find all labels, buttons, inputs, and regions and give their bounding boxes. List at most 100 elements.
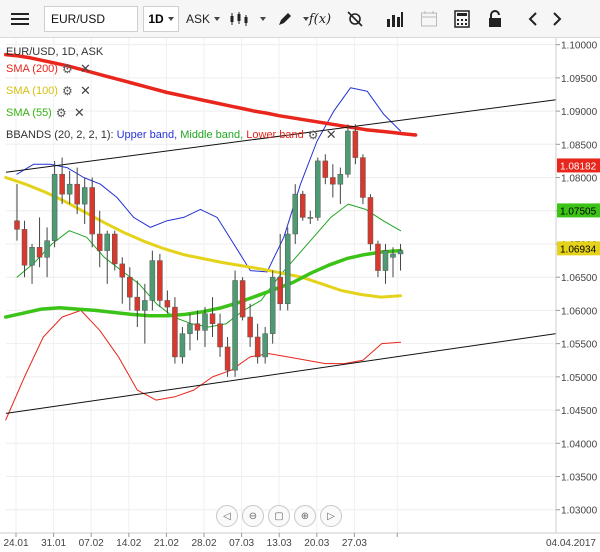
x-tick-label: 07.02 bbox=[79, 538, 104, 549]
candle-body[interactable] bbox=[149, 260, 156, 301]
candle-body[interactable] bbox=[397, 250, 404, 255]
y-tick-label: 1.10000 bbox=[561, 41, 598, 52]
chevron-left-icon[interactable] bbox=[522, 9, 544, 29]
y-tick-label: 1.09000 bbox=[561, 107, 598, 118]
y-tick-label: 1.06000 bbox=[561, 306, 598, 317]
chevron-down-icon bbox=[167, 17, 174, 21]
zoom-out-icon[interactable]: ⊖ bbox=[242, 505, 264, 527]
candle-body[interactable] bbox=[247, 316, 253, 338]
candle-body[interactable] bbox=[104, 233, 110, 251]
price-type-selector[interactable]: ASK bbox=[185, 6, 221, 32]
candle-body[interactable] bbox=[209, 313, 216, 324]
symbol-selector[interactable]: EUR/USD bbox=[44, 6, 138, 32]
candle-body[interactable] bbox=[74, 183, 80, 205]
y-tick-label: 1.08500 bbox=[561, 140, 598, 151]
candle-body[interactable] bbox=[36, 247, 43, 258]
candle-body[interactable] bbox=[187, 323, 193, 334]
candle-body[interactable] bbox=[315, 160, 321, 218]
zoom-in-icon[interactable]: ⊕ bbox=[294, 505, 316, 527]
candle-body[interactable] bbox=[51, 173, 58, 241]
indicators-button[interactable]: f(x) bbox=[307, 9, 333, 29]
candle-body[interactable] bbox=[44, 240, 50, 258]
gear-icon[interactable]: ⚙ bbox=[62, 85, 74, 97]
candle-body[interactable] bbox=[112, 233, 118, 265]
candle-body[interactable] bbox=[292, 193, 298, 235]
x-tick-label: 13.03 bbox=[267, 538, 292, 549]
candle-body[interactable] bbox=[172, 306, 178, 358]
bbands-upper: Upper band, bbox=[116, 129, 178, 141]
candle-body[interactable] bbox=[277, 276, 283, 305]
candle-body[interactable] bbox=[239, 280, 246, 318]
sma200-label: SMA (200) bbox=[6, 63, 58, 75]
close-icon[interactable]: ✕ bbox=[74, 106, 86, 119]
close-icon[interactable]: ✕ bbox=[326, 128, 338, 141]
candle-body[interactable] bbox=[142, 300, 148, 311]
candle-body[interactable] bbox=[127, 276, 133, 298]
scroll-left-icon[interactable]: ◁ bbox=[216, 505, 238, 527]
candle-body[interactable] bbox=[254, 336, 261, 358]
close-icon[interactable]: ✕ bbox=[80, 84, 92, 97]
candle-body[interactable] bbox=[375, 243, 381, 271]
candle-body[interactable] bbox=[89, 187, 95, 235]
hamburger-menu-icon[interactable] bbox=[8, 8, 32, 30]
chevron-down-icon[interactable] bbox=[250, 9, 272, 29]
calendar-icon[interactable] bbox=[418, 9, 440, 29]
x-tick-label: 14.02 bbox=[116, 538, 141, 549]
candle-body[interactable] bbox=[345, 130, 351, 175]
close-icon[interactable]: ✕ bbox=[80, 62, 92, 75]
scroll-right-icon[interactable]: ▷ bbox=[320, 505, 342, 527]
candle-body[interactable] bbox=[202, 313, 208, 331]
bbands-lower: Lower band bbox=[243, 129, 304, 141]
fx-icon: f(x) bbox=[308, 11, 332, 27]
legend-sma55: SMA (55) ⚙ ✕ bbox=[6, 102, 338, 124]
chart-toolbar: EUR/USD 1D ASK f(x) bbox=[0, 0, 600, 38]
candle-body[interactable] bbox=[21, 229, 28, 266]
timeframe-selector[interactable]: 1D bbox=[143, 6, 179, 32]
calculator-icon[interactable] bbox=[451, 9, 473, 29]
candle-body[interactable] bbox=[66, 183, 73, 195]
candle-body[interactable] bbox=[157, 260, 163, 301]
gear-icon[interactable]: ⚙ bbox=[62, 63, 74, 75]
candle-body[interactable] bbox=[164, 300, 171, 308]
gear-icon[interactable]: ⚙ bbox=[308, 129, 320, 141]
candle-body[interactable] bbox=[307, 217, 314, 219]
bar-chart-icon[interactable] bbox=[384, 9, 406, 29]
legend-sma200: SMA (200) ⚙ ✕ bbox=[6, 58, 338, 80]
crosshair-icon[interactable] bbox=[344, 9, 366, 29]
candle-body[interactable] bbox=[14, 220, 20, 230]
candle-body[interactable] bbox=[269, 276, 276, 334]
candle-body[interactable] bbox=[232, 280, 238, 371]
candle-body[interactable] bbox=[59, 173, 65, 195]
candle-body[interactable] bbox=[330, 177, 336, 185]
price-tag-label: 1.07505 bbox=[560, 206, 597, 217]
candle-body[interactable] bbox=[96, 233, 103, 251]
candle-body[interactable] bbox=[194, 323, 201, 331]
candle-body[interactable] bbox=[390, 253, 396, 258]
candle-body[interactable] bbox=[284, 233, 291, 305]
candle-body[interactable] bbox=[224, 346, 231, 371]
candle-body[interactable] bbox=[179, 333, 186, 358]
y-tick-label: 1.03500 bbox=[561, 473, 598, 484]
lock-icon[interactable] bbox=[484, 9, 506, 29]
y-tick-label: 1.03000 bbox=[561, 506, 598, 517]
candle-body[interactable] bbox=[81, 187, 88, 205]
candle-body[interactable] bbox=[322, 160, 329, 178]
candle-body[interactable] bbox=[367, 197, 374, 245]
candle-body[interactable] bbox=[337, 173, 344, 185]
bbands-prefix: BBANDS (20, 2, 2, 1): bbox=[6, 129, 114, 141]
candle-body[interactable] bbox=[217, 323, 223, 348]
candle-body[interactable] bbox=[262, 333, 268, 358]
x-tick-label: 24.01 bbox=[3, 538, 28, 549]
gear-icon[interactable]: ⚙ bbox=[56, 107, 68, 119]
candle-body[interactable] bbox=[119, 263, 126, 278]
candlestick-type-icon[interactable] bbox=[228, 9, 250, 29]
candle-body[interactable] bbox=[382, 250, 389, 271]
candle-body[interactable] bbox=[352, 130, 359, 158]
candle-body[interactable] bbox=[29, 247, 35, 266]
candle-body[interactable] bbox=[360, 157, 366, 198]
reset-zoom-icon[interactable]: ▢ bbox=[268, 505, 290, 527]
chevron-right-icon[interactable] bbox=[546, 9, 568, 29]
y-tick-label: 1.09500 bbox=[561, 74, 598, 85]
candle-body[interactable] bbox=[134, 296, 141, 311]
candle-body[interactable] bbox=[300, 193, 306, 218]
